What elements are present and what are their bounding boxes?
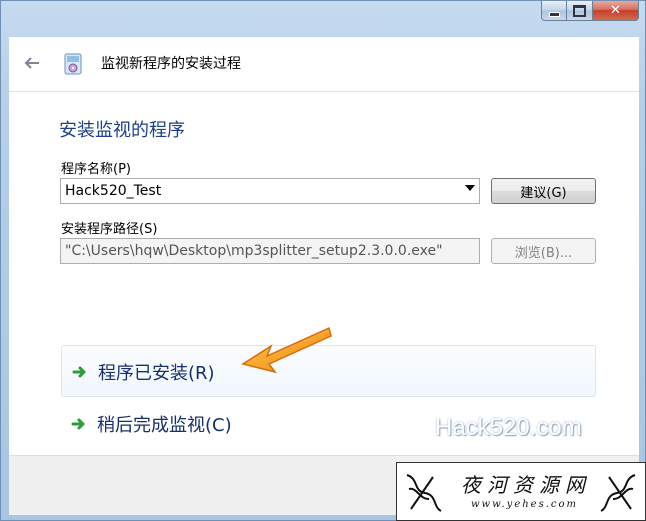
section-title: 安装监视的程序 [59,120,185,141]
app-window: ✕ 监视新程序的安装过程 安装监视的程序 程序名称(P) Hack520_Tes… [0,0,646,521]
program-name-value: Hack520_Test [65,183,162,199]
program-name-label: 程序名称(P) [61,162,131,177]
ornament-icon [406,474,442,512]
green-arrow-icon [72,366,86,378]
site-logo: 夜河资源网 www.yehes.com [396,462,646,521]
installer-path-label: 安装程序路径(S) [61,222,158,237]
program-name-combobox[interactable]: Hack520_Test [60,178,480,204]
ornament-icon [600,474,636,512]
dropdown-arrow-icon[interactable] [465,185,475,191]
browse-button[interactable]: 浏览(B)... [491,238,596,264]
option-label: 稍后完成监视(C) [97,415,232,436]
close-button[interactable]: ✕ [593,1,639,21]
logo-main-text: 夜河资源网 [461,473,591,497]
installer-package-icon [63,52,83,76]
minimize-icon [548,11,560,17]
annotation-arrow-icon [241,326,332,374]
green-arrow-icon [71,418,85,430]
watermark-text: Hack520.com [435,414,582,441]
installer-path-value: "C:\Users\hqw\Desktop\mp3splitter_setup2… [65,243,443,259]
option-label: 程序已安装(R) [98,363,215,384]
back-arrow-icon [24,57,39,69]
caption-buttons: ✕ [541,1,639,21]
minimize-button[interactable] [541,1,567,21]
installer-path-field[interactable]: "C:\Users\hqw\Desktop\mp3splitter_setup2… [60,238,480,264]
wizard-content: 安装监视的程序 程序名称(P) Hack520_Test 建议(G) 安装程序路… [9,91,639,456]
maximize-button[interactable] [567,1,593,21]
maximize-icon [573,4,586,17]
window-title: 监视新程序的安装过程 [101,56,241,72]
wizard-header: 监视新程序的安装过程 [9,37,639,91]
back-button[interactable] [21,53,43,75]
suggest-button[interactable]: 建议(G) [491,178,596,204]
close-icon: ✕ [610,3,621,18]
logo-url-text: www.yehes.com [471,499,579,510]
